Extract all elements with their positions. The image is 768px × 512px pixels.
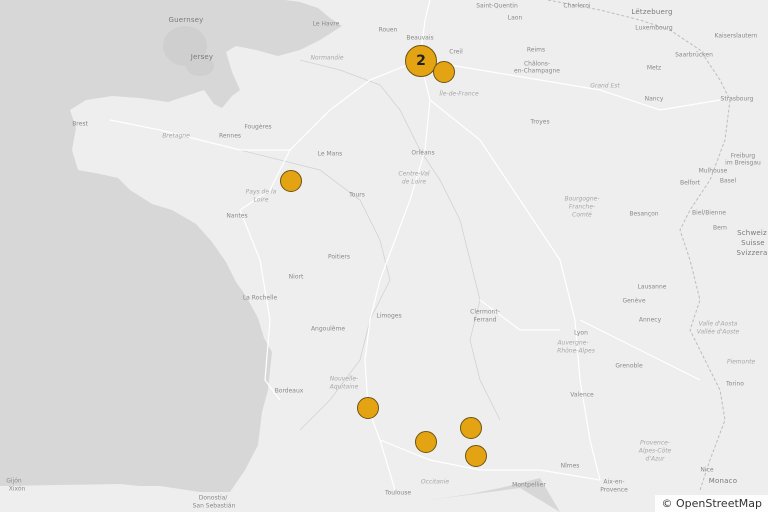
label-lausanne: Lausanne <box>637 283 667 291</box>
label-de-loire: de Loire <box>401 178 427 186</box>
label-guernsey: Guernsey <box>168 16 204 24</box>
label-valence: Valence <box>570 391 594 399</box>
label-grand-est: Grand Est <box>590 82 620 90</box>
label-rennes: Rennes <box>218 132 242 140</box>
label-creil: Creil <box>449 48 463 56</box>
label-fougeres: Fougères <box>244 123 272 131</box>
label-besancon: Besançon <box>629 210 659 218</box>
label-normandie: Normandie <box>310 54 344 62</box>
label-bretagne: Bretagne <box>162 132 190 140</box>
label-vallee-daoste: Vallée d'Aoste <box>696 328 740 336</box>
label-ferrand: Ferrand <box>473 316 497 324</box>
label-annecy: Annecy <box>638 316 662 324</box>
label-geneve: Genève <box>622 297 646 305</box>
map-marker[interactable] <box>357 397 379 419</box>
label-la-rochelle: La Rochelle <box>242 294 278 302</box>
label-san-sebastian: San Sebastián <box>192 502 236 510</box>
label-nice: Nice <box>700 466 714 474</box>
label-bern: Bern <box>713 224 727 232</box>
label-franche: Franche- <box>568 203 596 211</box>
label-saint-quentin: Saint-Quentin <box>476 2 518 10</box>
label-xixon: Xixón <box>8 485 26 493</box>
label-ile-de-france: Île-de-France <box>439 90 479 98</box>
label-le-mans: Le Mans <box>317 150 343 158</box>
label-laon: Laon <box>507 14 523 22</box>
label-belfort: Belfort <box>679 179 701 187</box>
label-freiburg: Freiburg <box>730 152 756 160</box>
label-schweiz: Schweiz <box>737 229 767 237</box>
label-bordeaux: Bordeaux <box>274 387 304 395</box>
label-kaiserslautern: Kaiserslautern <box>714 32 758 40</box>
label-svizzera: Svizzera <box>736 249 768 257</box>
label-basel: Basel <box>719 177 737 185</box>
label-poitiers: Poitiers <box>327 253 351 261</box>
map-marker[interactable] <box>460 417 482 439</box>
map-marker[interactable] <box>465 445 487 467</box>
map-marker[interactable] <box>433 61 455 83</box>
label-beauvais: Beauvais <box>406 34 434 42</box>
label-loire: Loire <box>253 196 269 204</box>
label-brest: Brest <box>72 120 88 128</box>
label-occitanie: Occitanie <box>420 478 450 486</box>
label-comte: Comté <box>572 211 592 219</box>
label-grenoble: Grenoble <box>615 362 643 370</box>
label-reims: Reims <box>526 46 546 54</box>
label-en-champagne: en-Champagne <box>514 67 560 75</box>
map-view[interactable]: Guernsey Jersey Le Havre Rouen Saint-Que… <box>0 0 768 512</box>
label-rouen: Rouen <box>378 26 398 34</box>
label-torino: Torino <box>726 380 744 388</box>
label-dazur: d'Azur <box>645 455 665 463</box>
label-charleroi: Charleroi <box>563 2 591 10</box>
label-aquitaine: Aquitaine <box>329 383 359 391</box>
label-letzebuerg: Lëtzebuerg <box>631 8 673 16</box>
label-rhone-alpes: Rhône-Alpes <box>557 347 595 355</box>
label-luxembourg: Luxembourg <box>635 24 673 32</box>
label-bourgogne: Bourgogne- <box>564 195 600 203</box>
map-marker[interactable] <box>280 170 302 192</box>
label-limoges: Limoges <box>376 312 402 320</box>
label-niort: Niort <box>288 273 304 281</box>
label-clermont: Clermont- <box>470 308 500 316</box>
label-pays-de-la: Pays de la <box>245 188 277 196</box>
label-mulhouse: Mulhouse <box>698 167 728 175</box>
label-aix: Aix-en- <box>603 478 625 486</box>
label-lyon: Lyon <box>574 329 588 337</box>
label-centre-val: Centre-Val <box>398 170 430 178</box>
label-provence: Provence- <box>640 439 670 447</box>
label-orleans: Orléans <box>411 149 435 157</box>
label-angouleme: Angoulême <box>310 325 346 333</box>
label-valle-daosta: Valle d'Aosta <box>698 320 738 328</box>
label-biel: Biel/Bienne <box>692 209 726 217</box>
label-jersey: Jersey <box>190 53 214 61</box>
label-alpes-cote: Alpes-Côte <box>638 447 672 455</box>
map-basemap[interactable] <box>0 0 768 512</box>
label-nancy: Nancy <box>644 95 664 103</box>
label-aix-provence: Provence <box>600 486 628 494</box>
label-nimes: Nîmes <box>560 462 580 470</box>
label-donostia: Donostia/ <box>198 494 228 502</box>
label-gijon: Gijón <box>6 477 22 485</box>
label-monaco: Monaco <box>708 477 738 485</box>
label-piemonte: Piemonte <box>726 358 756 366</box>
label-chalons: Châlons- <box>523 60 551 68</box>
label-im-breisgau: im Breisgau <box>725 159 761 167</box>
label-toulouse: Toulouse <box>384 489 412 497</box>
map-attribution[interactable]: © OpenStreetMap <box>655 495 768 512</box>
label-tours: Tours <box>349 191 365 199</box>
label-suisse: Suisse <box>741 239 765 247</box>
label-saarbrucken: Saarbrücken <box>675 51 713 59</box>
label-le-havre: Le Havre <box>312 20 340 28</box>
label-troyes: Troyes <box>530 118 550 126</box>
map-marker[interactable] <box>415 431 437 453</box>
label-montpellier: Montpellier <box>512 481 546 489</box>
label-metz: Metz <box>646 64 662 72</box>
label-auvergne: Auvergne- <box>557 339 589 347</box>
label-nouvelle: Nouvelle- <box>329 375 359 383</box>
label-strasbourg: Strasbourg <box>720 95 754 103</box>
label-nantes: Nantes <box>226 212 248 220</box>
